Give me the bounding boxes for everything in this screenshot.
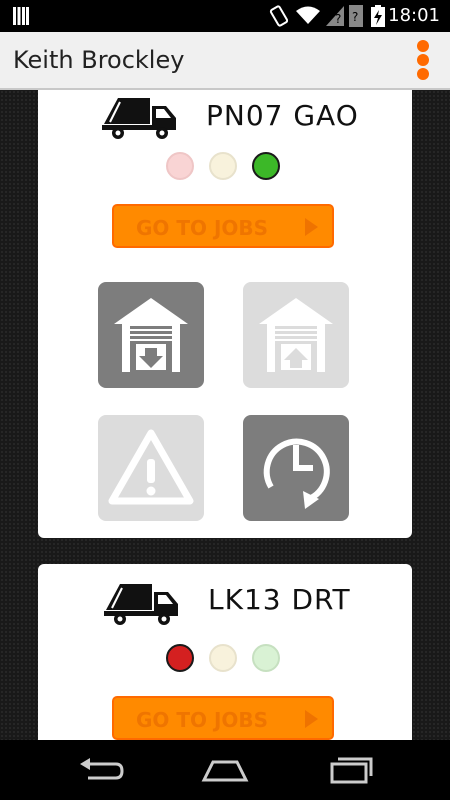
signal-icon: ?: [326, 6, 344, 26]
go-to-jobs-button[interactable]: GO TO JOBS: [112, 696, 334, 740]
svg-text:?: ?: [352, 10, 358, 24]
clock-history-icon: [263, 438, 330, 509]
status-time: 18:01: [388, 5, 440, 26]
vehicle-card: PN07 GAO GO TO JOBS: [38, 90, 412, 538]
notification-icon: [13, 7, 29, 25]
garbage-truck-icon: [104, 584, 178, 625]
status-light-amber: [209, 644, 237, 672]
go-to-jobs-label: GO TO JOBS: [136, 708, 269, 732]
status-light-green: [252, 644, 280, 672]
go-to-jobs-button[interactable]: GO TO JOBS: [112, 204, 334, 248]
svg-text:?: ?: [335, 12, 341, 26]
warning-triangle-icon: [108, 429, 194, 505]
play-arrow-icon: [305, 218, 318, 236]
vehicle-card: LK13 DRT GO TO JOBS: [38, 564, 412, 740]
overflow-menu-icon[interactable]: [410, 38, 436, 84]
status-light-amber: [209, 152, 237, 180]
battery-icon: [371, 5, 385, 27]
status-light-red: [166, 152, 194, 180]
depot-out-button[interactable]: [243, 282, 349, 388]
status-light-red: [166, 644, 194, 672]
garbage-truck-icon: [102, 98, 176, 139]
recents-icon[interactable]: [328, 754, 374, 784]
history-button[interactable]: [243, 415, 349, 521]
sim-icon: ?: [349, 5, 363, 27]
app-bar: Keith Brockley: [0, 32, 450, 90]
vehicle-registration: LK13 DRT: [208, 583, 351, 616]
depot-in-button[interactable]: [98, 282, 204, 388]
garage-arrow-down-icon: [114, 298, 188, 372]
go-to-jobs-label: GO TO JOBS: [136, 216, 269, 240]
play-arrow-icon: [305, 710, 318, 728]
back-icon[interactable]: [78, 756, 124, 786]
wifi-icon: [296, 6, 320, 24]
status-bar: ? ? 18:01: [0, 0, 450, 32]
vehicle-list[interactable]: PN07 GAO GO TO JOBS LK13 DRT GO TO JOBS: [0, 90, 450, 740]
home-icon[interactable]: [201, 756, 249, 786]
rotation-icon: [269, 5, 289, 27]
garage-arrow-up-icon: [259, 298, 333, 372]
vehicle-registration: PN07 GAO: [206, 99, 359, 132]
report-issue-button[interactable]: [98, 415, 204, 521]
navigation-bar: [0, 740, 450, 800]
page-title: Keith Brockley: [13, 46, 185, 74]
status-light-green: [252, 152, 280, 180]
